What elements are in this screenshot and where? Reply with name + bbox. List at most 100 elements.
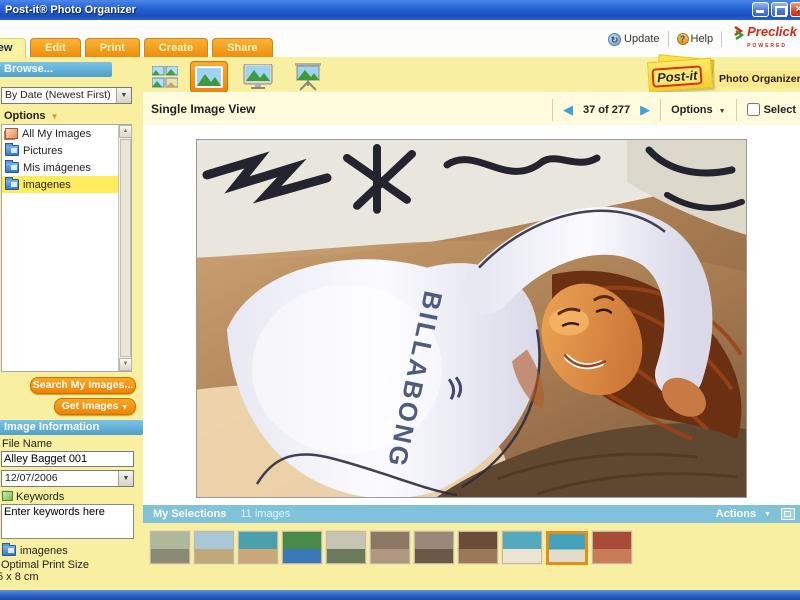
get-images-button[interactable]: Get Images ▼ <box>54 398 136 415</box>
postit-wordmark: Post-it <box>651 65 704 88</box>
scroll-down-icon[interactable]: ▼ <box>119 358 132 371</box>
folder-list: All My Images Pictures Mis imágenes imag… <box>1 124 132 372</box>
single-image-view-icon <box>195 66 223 88</box>
thumbnail[interactable] <box>238 531 278 564</box>
thumbnail[interactable] <box>370 531 410 564</box>
divider <box>735 98 737 121</box>
folder-icon <box>5 177 19 190</box>
print-size-label: Optimal Print Size <box>1 559 90 571</box>
maximize-icon[interactable] <box>771 2 788 17</box>
divider <box>551 98 553 121</box>
thumbnail[interactable] <box>326 531 366 564</box>
slideshow-view-button[interactable] <box>290 60 326 94</box>
thumbnail-size-icon[interactable] <box>781 508 795 520</box>
thumbnail[interactable] <box>546 530 588 565</box>
preclick-logo: Preclick POWERED <box>734 25 797 52</box>
body: Browse... By Date (Newest First) ▼ Optio… <box>0 54 800 590</box>
chevron-down-icon: ▼ <box>121 404 129 411</box>
tab-edit[interactable]: Edit <box>30 38 81 57</box>
keywords-input[interactable]: Enter keywords here <box>1 504 134 539</box>
my-selections-bar: My Selections 11 images Actions ▼ <box>143 505 800 523</box>
folder-item-all-my-images[interactable]: All My Images <box>2 125 131 142</box>
thumbnail[interactable] <box>502 531 542 564</box>
window-controls: × <box>752 2 800 17</box>
folder-item-pictures[interactable]: Pictures <box>2 142 131 159</box>
fullscreen-view-button[interactable] <box>240 61 276 93</box>
image-canvas: BILLABONG <box>143 125 800 505</box>
main-photo: BILLABONG <box>196 139 747 498</box>
slideshow-view-icon <box>295 63 321 91</box>
titlebar: Post-it® Photo Organizer × <box>0 0 800 20</box>
chevron-down-icon: ▼ <box>764 510 771 518</box>
folder-item-imagenes[interactable]: imagenes <box>2 176 131 193</box>
actions-button[interactable]: Actions ▼ <box>716 508 781 520</box>
folder-icon <box>5 143 19 156</box>
view-options-button[interactable]: Options ▼ <box>671 104 726 116</box>
file-name-label: File Name <box>2 438 53 450</box>
postit-logo: Post-it Photo Organizer <box>644 54 800 95</box>
folder-item-mis-imagenes[interactable]: Mis imágenes <box>2 159 131 176</box>
update-globe-icon: ↻ <box>608 32 622 46</box>
top-strip: ↻ Update ? Help Preclick POWERED ew Edit… <box>0 20 800 57</box>
print-size-value: 5 x 8 cm <box>0 571 39 583</box>
selections-count: 11 images <box>240 508 291 520</box>
window-title: Post-it® Photo Organizer <box>5 4 136 16</box>
thumbnail[interactable] <box>150 531 190 564</box>
sidebar: Browse... By Date (Newest First) ▼ Optio… <box>0 57 143 590</box>
image-position: 37 of 277 <box>582 103 631 116</box>
thumbnail-view-button[interactable] <box>149 63 181 91</box>
tab-view[interactable]: View <box>0 38 26 57</box>
browse-header: Browse... <box>0 62 112 77</box>
file-name-input[interactable] <box>1 451 134 467</box>
main-area: Post-it Photo Organizer Single Image Vie… <box>143 54 800 590</box>
dropdown-arrow-icon[interactable]: ▼ <box>116 88 131 103</box>
thumbnail-view-icon <box>152 66 178 88</box>
view-title: Single Image View <box>151 102 256 116</box>
divider <box>721 31 723 47</box>
help-key-icon: ? <box>676 33 689 45</box>
view-toolbar: Post-it Photo Organizer <box>143 54 800 95</box>
postit-subtitle: Photo Organizer <box>716 71 800 87</box>
divider <box>660 98 662 121</box>
minimize-icon[interactable] <box>752 2 769 17</box>
image-information-header: Image Information <box>0 420 143 435</box>
divider <box>667 31 669 47</box>
tab-share[interactable]: Share <box>212 38 273 57</box>
single-image-view-button[interactable] <box>190 61 228 93</box>
thumbnail[interactable] <box>414 531 454 564</box>
app-window: Post-it® Photo Organizer × ↻ Update ? He… <box>0 0 800 600</box>
tab-bar: View Edit Print Create Share <box>0 38 277 57</box>
dropdown-arrow-icon[interactable]: ▼ <box>118 471 133 486</box>
chevron-down-icon: ▼ <box>718 107 726 115</box>
thumbnail[interactable] <box>282 531 322 564</box>
scroll-up-icon[interactable]: ▲ <box>119 125 132 138</box>
date-dropdown[interactable]: 12/07/2006 ▼ <box>1 470 134 487</box>
viewbar: Single Image View ◀ 37 of 277 ▶ Options ▼… <box>143 92 800 125</box>
thumbnail[interactable] <box>194 531 234 564</box>
next-image-icon[interactable]: ▶ <box>640 103 650 116</box>
keywords-label: Keywords <box>2 491 64 503</box>
search-my-images-button[interactable]: Search My Images... <box>30 377 136 394</box>
keywords-tag-icon <box>2 491 13 501</box>
tab-print[interactable]: Print <box>84 38 140 57</box>
sort-dropdown[interactable]: By Date (Newest First) ▼ <box>1 87 132 104</box>
folder-icon <box>2 543 16 556</box>
select-toggle[interactable]: Select <box>746 103 796 116</box>
previous-image-icon[interactable]: ◀ <box>563 103 573 116</box>
thumbnail-strip <box>143 523 800 572</box>
chevron-down-icon: ▼ <box>50 112 59 121</box>
fullscreen-view-icon <box>243 64 273 89</box>
selections-title: My Selections <box>153 508 227 520</box>
list-scrollbar[interactable]: ▲ ▼ <box>118 125 132 371</box>
thumbnail[interactable] <box>458 531 498 564</box>
sidebar-options-button[interactable]: Options ▼ <box>4 110 58 122</box>
close-icon[interactable]: × <box>790 2 800 17</box>
update-button[interactable]: ↻ Update <box>608 32 660 46</box>
current-folder-row: imagenes <box>2 543 68 557</box>
photo-stack-icon <box>5 128 18 139</box>
scrollbar-thumb[interactable] <box>120 139 131 357</box>
help-button[interactable]: ? Help <box>676 33 713 45</box>
thumbnail[interactable] <box>592 531 632 564</box>
tab-create[interactable]: Create <box>143 38 209 57</box>
select-checkbox[interactable] <box>746 103 760 116</box>
